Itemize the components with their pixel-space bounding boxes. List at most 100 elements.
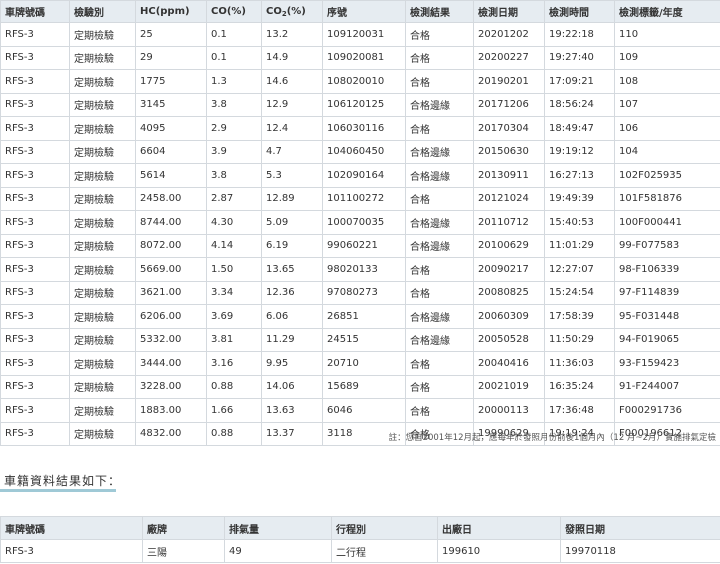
- cell-label: 106: [614, 116, 720, 141]
- cell-plate: RFS-3: [0, 116, 70, 141]
- table-row: RFS-3 定期檢驗 5614 3.8 5.3 102090164 合格邊緣 20130911…: [0, 163, 720, 188]
- cell-hc: 8072.00: [135, 233, 207, 258]
- cell-date: 20090217: [473, 257, 545, 282]
- table-row: RFS-3 定期檢驗 5669.00 1.50 13.65 98020133 合格 20090…: [0, 257, 720, 282]
- cell-label: 110: [614, 22, 720, 47]
- vehicle-col-brand: 廠牌: [142, 516, 225, 540]
- cell-co2: 12.4: [261, 116, 323, 141]
- cell-result: 合格邊緣: [405, 210, 474, 235]
- cell-date: 20190201: [473, 69, 545, 94]
- cell-result: 合格: [405, 257, 474, 282]
- cell-date: 20100629: [473, 233, 545, 258]
- cell-hc: 8744.00: [135, 210, 207, 235]
- cell-label: 95-F031448: [614, 304, 720, 329]
- col-header-plate: 車牌號碼: [0, 0, 70, 23]
- cell-category: 定期檢驗: [69, 280, 136, 305]
- cell-plate: RFS-3: [0, 210, 70, 235]
- cell-co: 2.87: [206, 186, 262, 211]
- cell-time: 16:35:24: [544, 374, 615, 399]
- cell-serial: 15689: [322, 374, 406, 399]
- cell-co2: 6.06: [261, 304, 323, 329]
- cell-co2: 5.3: [261, 163, 323, 188]
- cell-result: 合格: [405, 22, 474, 47]
- cell-serial: 104060450: [322, 139, 406, 164]
- cell-category: 定期檢驗: [69, 233, 136, 258]
- cell-serial: 98020133: [322, 257, 406, 282]
- cell-co: 3.81: [206, 327, 262, 352]
- cell-time: 15:24:54: [544, 280, 615, 305]
- col-header-category: 檢驗別: [69, 0, 136, 23]
- cell-date: 20201202: [473, 22, 545, 47]
- cell-co2: 12.9: [261, 92, 323, 117]
- cell-result: 合格: [405, 351, 474, 376]
- cell-serial: 101100272: [322, 186, 406, 211]
- cell-label: 101F581876: [614, 186, 720, 211]
- cell-co2: 11.29: [261, 327, 323, 352]
- cell-category: 定期檢驗: [69, 45, 136, 70]
- vehicle-row: RFS-3 三陽 49 二行程 199610 19970118: [0, 539, 720, 563]
- cell-category: 定期檢驗: [69, 116, 136, 141]
- col-header-time: 檢測時間: [544, 0, 615, 23]
- vehicle-col-manufactured: 出廠日: [437, 516, 561, 540]
- table-row: RFS-3 定期檢驗 8744.00 4.30 5.09 100070035 合格邊緣 201…: [0, 210, 720, 235]
- cell-date: 20060309: [473, 304, 545, 329]
- cell-result: 合格邊緣: [405, 327, 474, 352]
- cell-time: 18:56:24: [544, 92, 615, 117]
- cell-co2: 14.9: [261, 45, 323, 70]
- cell-plate: RFS-3: [0, 186, 70, 211]
- cell-time: 17:09:21: [544, 69, 615, 94]
- cell-serial: 99060221: [322, 233, 406, 258]
- vehicle-plate: RFS-3: [0, 539, 143, 563]
- vehicle-displacement: 49: [224, 539, 332, 563]
- cell-date: 20040416: [473, 351, 545, 376]
- cell-co: 0.88: [206, 374, 262, 399]
- table-row: RFS-3 定期檢驗 1883.00 1.66 13.63 6046 合格 20000113 1…: [0, 398, 720, 423]
- cell-hc: 29: [135, 45, 207, 70]
- cell-co: 4.30: [206, 210, 262, 235]
- col-header-co2: CO2(%): [261, 0, 323, 23]
- cell-co: 0.1: [206, 45, 262, 70]
- cell-time: 11:36:03: [544, 351, 615, 376]
- vehicle-manufactured: 199610: [437, 539, 561, 563]
- cell-category: 定期檢驗: [69, 374, 136, 399]
- cell-serial: 26851: [322, 304, 406, 329]
- cell-plate: RFS-3: [0, 327, 70, 352]
- cell-date: 20200227: [473, 45, 545, 70]
- vehicle-stroke: 二行程: [331, 539, 438, 563]
- cell-plate: RFS-3: [0, 69, 70, 94]
- cell-serial: 6046: [322, 398, 406, 423]
- cell-result: 合格: [405, 280, 474, 305]
- section-title-underline: [0, 489, 116, 492]
- col-header-co: CO(%): [206, 0, 262, 23]
- cell-serial: 108020010: [322, 69, 406, 94]
- cell-category: 定期檢驗: [69, 69, 136, 94]
- cell-date: 20021019: [473, 374, 545, 399]
- vehicle-col-stroke: 行程別: [331, 516, 438, 540]
- cell-serial: 20710: [322, 351, 406, 376]
- cell-plate: RFS-3: [0, 280, 70, 305]
- cell-hc: 2458.00: [135, 186, 207, 211]
- cell-serial: 109020081: [322, 45, 406, 70]
- cell-plate: RFS-3: [0, 22, 70, 47]
- cell-plate: RFS-3: [0, 163, 70, 188]
- cell-co: 3.16: [206, 351, 262, 376]
- cell-date: 20170304: [473, 116, 545, 141]
- cell-result: 合格: [405, 69, 474, 94]
- cell-serial: 106030116: [322, 116, 406, 141]
- inspection-note: 註：您自2001年12月起，應每年於發照月份前後1個月內（12 月~2月）實施排…: [388, 433, 716, 443]
- cell-co2: 9.95: [261, 351, 323, 376]
- cell-result: 合格: [405, 45, 474, 70]
- cell-date: 20150630: [473, 139, 545, 164]
- cell-time: 17:36:48: [544, 398, 615, 423]
- col-header-serial: 序號: [322, 0, 406, 23]
- cell-time: 12:27:07: [544, 257, 615, 282]
- vehicle-col-plate: 車牌號碼: [0, 516, 143, 540]
- cell-category: 定期檢驗: [69, 210, 136, 235]
- table-row: RFS-3 定期檢驗 2458.00 2.87 12.89 101100272 合格 2012…: [0, 186, 720, 211]
- cell-hc: 5614: [135, 163, 207, 188]
- col-header-label: 檢測標籤/年度: [614, 0, 720, 23]
- vehicle-col-issued: 發照日期: [560, 516, 720, 540]
- table-row: RFS-3 定期檢驗 3228.00 0.88 14.06 15689 合格 20021019…: [0, 374, 720, 399]
- cell-category: 定期檢驗: [69, 92, 136, 117]
- cell-label: 109: [614, 45, 720, 70]
